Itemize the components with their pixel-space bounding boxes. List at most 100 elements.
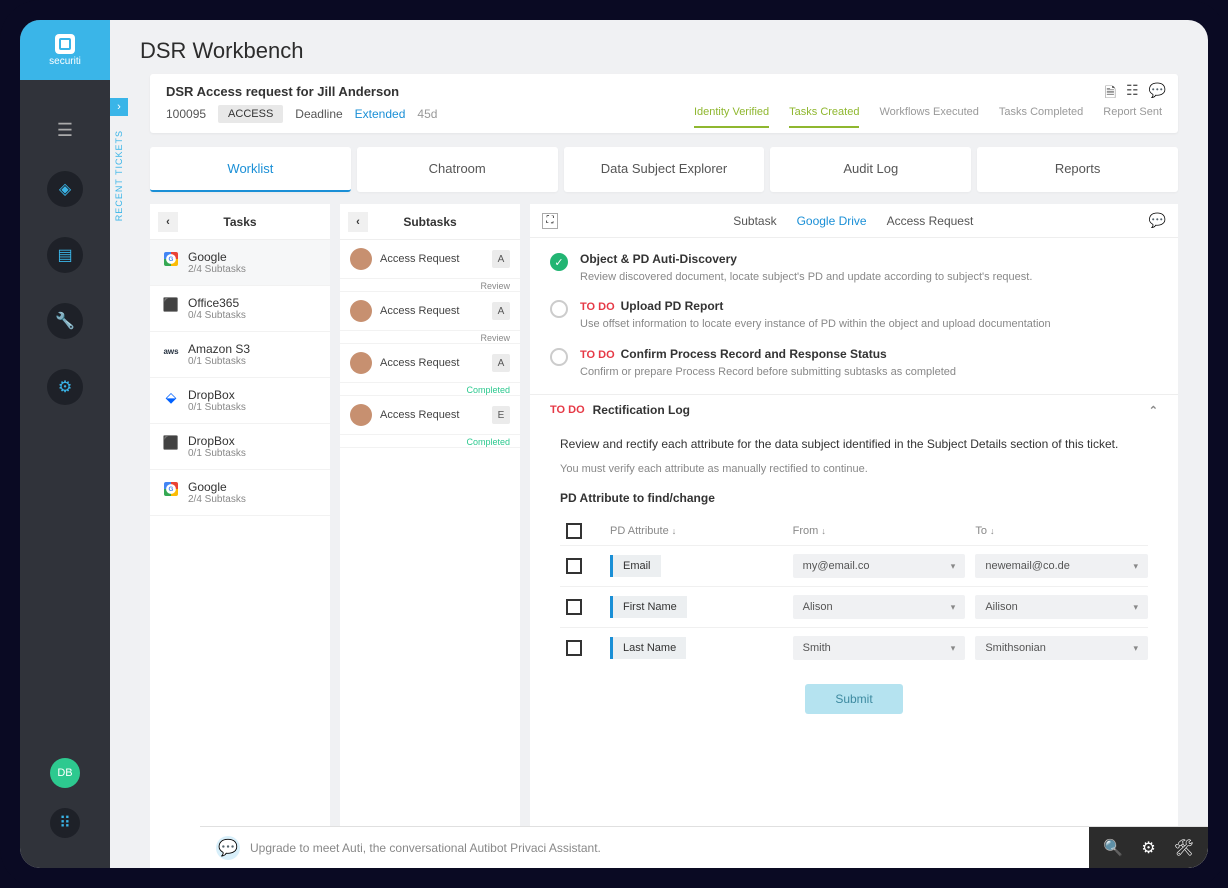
attr-table-header: PD Attribute↓ From↓ To↓ [560, 517, 1148, 545]
chevron-up-icon: ⌃ [1149, 404, 1158, 417]
chat-icon[interactable]: 💬 [216, 836, 240, 860]
subtask-item[interactable]: Access Request A [340, 240, 520, 279]
search-icon[interactable]: 🔍 [1103, 838, 1123, 858]
subtask-item[interactable]: Access Request A [340, 292, 520, 331]
recent-tickets-label[interactable]: RECENT TICKETS [110, 120, 128, 231]
filter-icon[interactable]: ⚙ [1141, 838, 1155, 858]
assignee-avatar [350, 248, 372, 270]
tools-icon[interactable]: 🛠 [1174, 838, 1194, 858]
check-icon [550, 253, 568, 271]
wf-step-report: Report Sent [1103, 106, 1162, 122]
rectification-header[interactable]: TO DO Rectification Log ⌃ [530, 394, 1178, 425]
apps-grid-icon[interactable]: ⠿ [50, 808, 80, 838]
from-select[interactable]: Alison▾ [793, 595, 966, 619]
breadcrumb-access: Access Request [887, 214, 974, 228]
main-area: DSR Workbench › RECENT TICKETS 🗎 ☷ 💬 DSR… [110, 20, 1208, 868]
worklist-panels: ‹ Tasks Google2/4 Subtasks ⬛ Office3650/… [150, 204, 1178, 868]
user-avatar[interactable]: DB [50, 758, 80, 788]
tablet-frame: securiti ☰ ◈ ▤ 🔧 ⚙ DB ⠿ DSR Workbench › … [0, 0, 1228, 888]
attr-chip: Email [610, 555, 661, 577]
wf-step-tasks: Tasks Created [789, 106, 859, 122]
row-checkbox[interactable] [566, 640, 582, 656]
tab-audit[interactable]: Audit Log [770, 147, 971, 192]
assign-icon[interactable]: ☷ [1126, 82, 1139, 106]
assignee-avatar [350, 404, 372, 426]
tab-explorer[interactable]: Data Subject Explorer [564, 147, 765, 192]
breadcrumb: Subtask Google Drive Access Request [733, 214, 973, 228]
todo-badge: TO DO [580, 301, 615, 313]
rectification-note: You must verify each attribute as manual… [560, 463, 1148, 475]
chevron-down-icon: ▾ [951, 602, 956, 613]
wf-step-completed: Tasks Completed [999, 106, 1083, 122]
export-icon[interactable]: 🗎 [1105, 82, 1116, 106]
workflow-steps: Identity Verified Tasks Created Workflow… [694, 106, 1162, 122]
subtask-status: Completed [340, 385, 520, 395]
expand-icon[interactable]: ⛶ [542, 213, 558, 229]
task-item-google-2[interactable]: Google2/4 Subtasks [150, 470, 330, 516]
app-window: securiti ☰ ◈ ▤ 🔧 ⚙ DB ⠿ DSR Workbench › … [20, 20, 1208, 868]
attr-row: First Name Alison▾ Ailison▾ [560, 586, 1148, 627]
left-nav-rail: securiti ☰ ◈ ▤ 🔧 ⚙ DB ⠿ [20, 20, 110, 868]
deadline-days: 45d [417, 107, 437, 121]
submit-button[interactable]: Submit [805, 684, 902, 714]
row-checkbox[interactable] [566, 599, 582, 615]
row-checkbox[interactable] [566, 558, 582, 574]
task-item-dropbox-2[interactable]: ⬛ DropBox0/1 Subtasks [150, 424, 330, 470]
timeline: Object & PD Auti-Discovery Review discov… [530, 238, 1178, 394]
wf-step-executed: Workflows Executed [879, 106, 978, 122]
assignee-avatar [350, 300, 372, 322]
page-title: DSR Workbench [110, 20, 1208, 74]
select-all-checkbox[interactable] [566, 523, 582, 539]
sort-icon[interactable]: ↓ [672, 526, 677, 536]
from-select[interactable]: my@email.co▾ [793, 554, 966, 578]
detail-column: ⛶ Subtask Google Drive Access Request 💬 … [530, 204, 1178, 868]
subtask-status: Completed [340, 437, 520, 447]
breadcrumb-drive[interactable]: Google Drive [797, 214, 867, 228]
to-select[interactable]: Ailison▾ [975, 595, 1148, 619]
from-select[interactable]: Smith▾ [793, 636, 966, 660]
timeline-desc: Use offset information to locate every i… [580, 317, 1158, 332]
sort-icon[interactable]: ↓ [821, 526, 826, 536]
hamburger-icon[interactable]: ☰ [57, 120, 73, 141]
chevron-down-icon: ▾ [1133, 643, 1138, 654]
todo-marker-icon [550, 300, 568, 318]
bottom-message: Upgrade to meet Auti, the conversational… [250, 841, 1089, 855]
subtasks-column: ‹ Subtasks Access Request A Review Acces… [340, 204, 520, 868]
tab-chatroom[interactable]: Chatroom [357, 147, 558, 192]
nav-icon-wrench[interactable]: 🔧 [47, 303, 83, 339]
tab-reports[interactable]: Reports [977, 147, 1178, 192]
priority-badge: A [492, 250, 510, 268]
to-select[interactable]: Smithsonian▾ [975, 636, 1148, 660]
subtasks-back-button[interactable]: ‹ [348, 212, 368, 232]
rectification-desc: Review and rectify each attribute for th… [560, 435, 1148, 453]
timeline-desc: Confirm or prepare Process Record before… [580, 365, 1158, 380]
nav-icon-gear[interactable]: ⚙ [47, 369, 83, 405]
to-select[interactable]: newemail@co.de▾ [975, 554, 1148, 578]
wf-step-identity: Identity Verified [694, 106, 769, 122]
task-item-s3[interactable]: aws Amazon S30/1 Subtasks [150, 332, 330, 378]
task-item-google[interactable]: Google2/4 Subtasks [150, 240, 330, 286]
task-item-office365[interactable]: ⬛ Office3650/4 Subtasks [150, 286, 330, 332]
task-item-dropbox-1[interactable]: ⬙ DropBox0/1 Subtasks [150, 378, 330, 424]
breadcrumb-subtask: Subtask [733, 214, 776, 228]
tab-worklist[interactable]: Worklist [150, 147, 351, 192]
comment-icon[interactable]: 💬 [1149, 212, 1166, 229]
sort-icon[interactable]: ↓ [990, 526, 995, 536]
ticket-header: 🗎 ☷ 💬 DSR Access request for Jill Anders… [150, 74, 1178, 133]
brand-logo[interactable]: securiti [20, 20, 110, 80]
chevron-down-icon: ▾ [951, 643, 956, 654]
dropbox-icon: ⬛ [162, 434, 180, 452]
comment-icon[interactable]: 💬 [1149, 82, 1166, 106]
recent-tickets-toggle[interactable]: › [110, 98, 128, 116]
chevron-down-icon: ▾ [1133, 602, 1138, 613]
aws-icon: aws [162, 342, 180, 360]
tasks-column: ‹ Tasks Google2/4 Subtasks ⬛ Office3650/… [150, 204, 330, 868]
tasks-back-button[interactable]: ‹ [158, 212, 178, 232]
attr-section-title: PD Attribute to find/change [560, 491, 1148, 505]
priority-badge: A [492, 302, 510, 320]
subtask-item[interactable]: Access Request A [340, 344, 520, 383]
subtask-item[interactable]: Access Request E [340, 396, 520, 435]
nav-icon-cube[interactable]: ◈ [47, 171, 83, 207]
nav-icon-grid[interactable]: ▤ [47, 237, 83, 273]
extended-status[interactable]: Extended [355, 107, 406, 121]
